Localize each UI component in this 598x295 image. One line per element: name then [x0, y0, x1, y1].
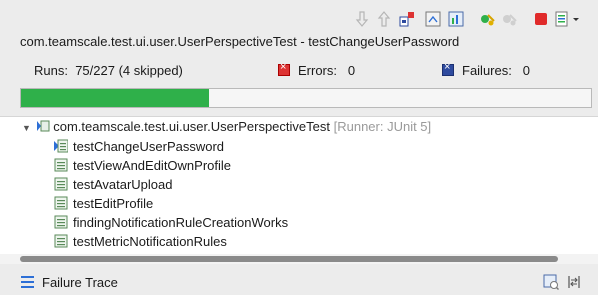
suite-icon: [36, 120, 50, 132]
error-icon: [278, 61, 290, 76]
tree-item-label: findingNotificationRuleCreationWorks: [73, 214, 289, 230]
failures-value: 0: [522, 63, 530, 78]
tree-root-suite[interactable]: ▼ com.teamscale.test.ui.user.UserPerspec…: [22, 119, 431, 134]
test-icon: [54, 196, 68, 210]
test-run-history-icon[interactable]: [553, 10, 571, 28]
failure-trace-label: Failure Trace: [42, 275, 118, 290]
errors-value: 0: [347, 63, 356, 78]
show-skipped-icon[interactable]: [447, 10, 465, 28]
suite-label: com.teamscale.test.ui.user.UserPerspecti…: [53, 119, 330, 134]
filter-stack-trace-icon[interactable]: [543, 274, 559, 290]
junit-toolbar: [0, 0, 598, 32]
show-failures-only-icon[interactable]: [398, 10, 416, 28]
test-icon: [54, 177, 68, 191]
tree-item-test-view-and-edit-own-profile[interactable]: testViewAndEditOwnProfile: [54, 156, 231, 174]
tree-item-label: testAvatarUpload: [73, 176, 173, 192]
test-icon: [54, 234, 68, 248]
suite-runner: [Runner: JUnit 5]: [333, 119, 432, 134]
runs-label: Runs:: [34, 63, 68, 78]
runs-counter: Runs: 75/227 (4 skipped): [34, 63, 183, 78]
tree-item-finding-notification-rule-creation-works[interactable]: findingNotificationRuleCreationWorks: [54, 213, 288, 231]
test-tree[interactable]: ▼ com.teamscale.test.ui.user.UserPerspec…: [0, 116, 598, 256]
failures-counter: Failures: 0: [442, 61, 530, 78]
errors-counter: Errors: 0: [278, 61, 356, 78]
compare-result-icon[interactable]: [566, 274, 582, 290]
test-counters: Runs: 75/227 (4 skipped) Errors: 0 Failu…: [0, 58, 598, 82]
tree-item-label: testMetricNotificationRules: [73, 233, 227, 249]
errors-label: Errors:: [298, 63, 337, 78]
test-icon: [54, 158, 68, 172]
horizontal-scrollbar[interactable]: [0, 254, 598, 264]
chevron-down-icon[interactable]: ▼: [22, 123, 32, 133]
stop-icon[interactable]: [532, 10, 550, 28]
failures-label: Failures:: [462, 63, 512, 78]
failure-icon: [442, 61, 454, 76]
progress-fill: [21, 89, 210, 107]
tree-item-label: testChangeUserPassword: [73, 138, 225, 154]
tree-item-test-avatar-upload[interactable]: testAvatarUpload: [54, 175, 173, 193]
next-failure-icon[interactable]: [353, 10, 371, 28]
scroll-lock-icon[interactable]: [424, 10, 442, 28]
chevron-down-icon[interactable]: [571, 10, 581, 28]
test-progress-bar: [20, 88, 592, 108]
previous-failure-icon[interactable]: [375, 10, 393, 28]
tree-item-label: testViewAndEditOwnProfile: [73, 157, 232, 173]
stack-trace-icon: [21, 275, 34, 288]
failure-trace-header: Failure Trace: [0, 268, 598, 294]
runs-value: 75/227 (4 skipped): [75, 63, 183, 78]
tree-item-test-change-user-password[interactable]: testChangeUserPassword: [54, 137, 224, 155]
rerun-failed-first-icon[interactable]: [500, 10, 518, 28]
tree-item-test-edit-profile[interactable]: testEditProfile: [54, 194, 153, 212]
test-title: com.teamscale.test.ui.user.UserPerspecti…: [20, 34, 460, 49]
rerun-test-icon[interactable]: [478, 10, 496, 28]
tree-item-test-metric-notification-rules[interactable]: testMetricNotificationRules: [54, 232, 227, 250]
scrollbar-thumb[interactable]: [20, 256, 558, 262]
test-icon: [54, 215, 68, 229]
tree-item-label: testEditProfile: [73, 195, 154, 211]
running-test-icon: [54, 139, 69, 153]
